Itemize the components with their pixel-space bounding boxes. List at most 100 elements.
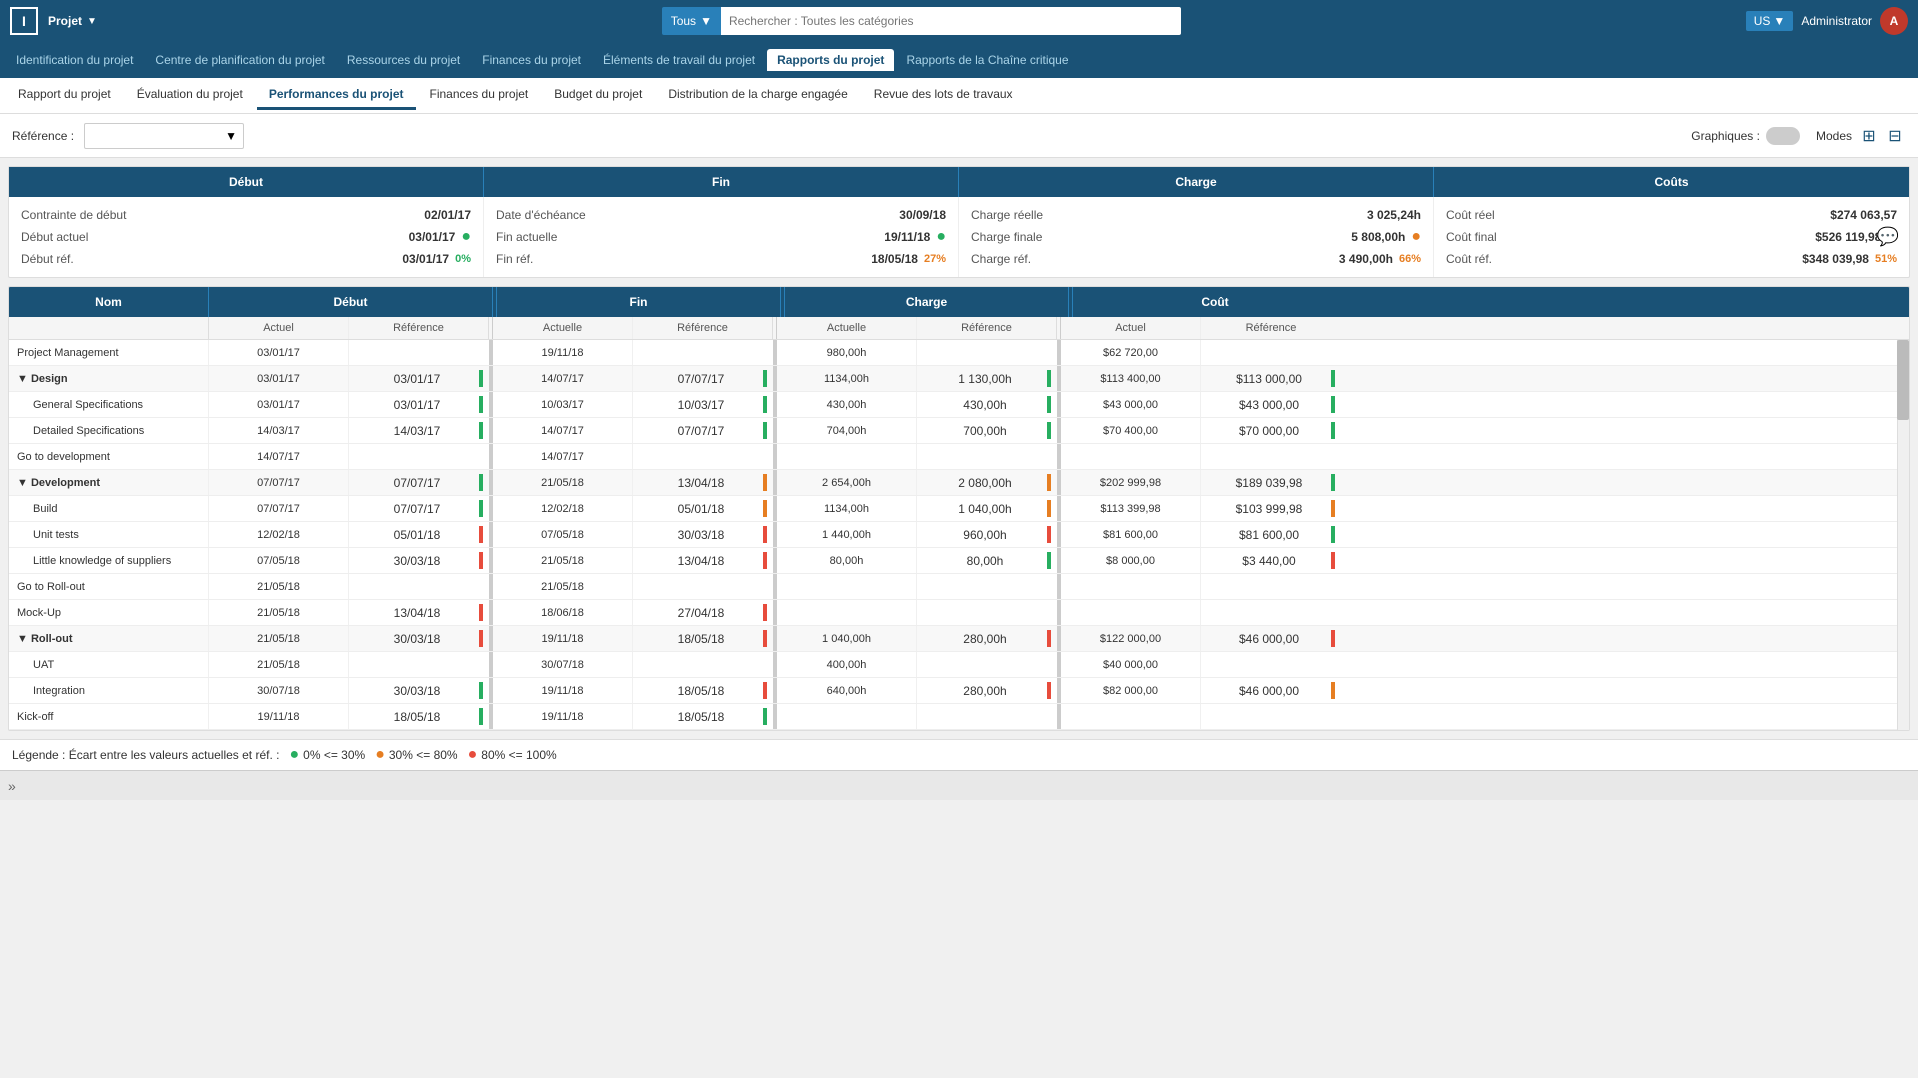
table-row[interactable]: Little knowledge of suppliers 07/05/18 3… — [9, 548, 1909, 574]
table-row[interactable]: UAT 21/05/18 30/07/18 400,00h $40 000,00 — [9, 652, 1909, 678]
bar-cout — [1331, 500, 1335, 517]
chat-icon[interactable]: 💬 — [1877, 227, 1899, 248]
row-name: General Specifications — [9, 392, 209, 417]
row-fin-ref-cell: 18/05/18 — [633, 704, 773, 729]
table-row[interactable]: ▼ Design 03/01/17 03/01/17 14/07/17 07/0… — [9, 366, 1909, 392]
table-row[interactable]: Integration 30/07/18 30/03/18 19/11/18 1… — [9, 678, 1909, 704]
row-charge-actuelle: 1134,00h — [777, 496, 917, 521]
nav-item-identification[interactable]: Identification du projet — [6, 49, 143, 71]
bar-debut — [479, 344, 483, 361]
row-debut-ref-cell: 05/01/18 — [349, 522, 489, 547]
bar-fin — [763, 552, 767, 569]
ref-dropdown[interactable]: ▼ — [84, 123, 244, 149]
row-debut-actuel: 19/11/18 — [209, 704, 349, 729]
row-fin-ref-cell: 30/03/18 — [633, 522, 773, 547]
mode-grid-icon[interactable]: ⊞ — [1858, 125, 1880, 147]
summary-row-charge-finale: Charge finale 5 808,00h ● — [971, 225, 1421, 249]
sh-name — [9, 317, 209, 339]
tab-distribution[interactable]: Distribution de la charge engagée — [656, 81, 859, 110]
expand-icon[interactable]: » — [8, 778, 16, 794]
summary-col-debut: Contrainte de début 02/01/17 Début actue… — [9, 197, 484, 277]
row-cout-actuel: $202 999,98 — [1061, 470, 1201, 495]
search-input[interactable] — [721, 7, 1181, 35]
row-fin-actuelle: 19/11/18 — [493, 626, 633, 651]
table-row[interactable]: Go to Roll-out 21/05/18 21/05/18 — [9, 574, 1909, 600]
val-fin-ref: 18/05/18 27% — [871, 252, 946, 266]
nav-item-elements[interactable]: Éléments de travail du projet — [593, 49, 765, 71]
row-cout-ref-cell — [1201, 600, 1341, 625]
scroll-track[interactable] — [1897, 340, 1909, 730]
graphiques-toggle[interactable] — [1766, 127, 1800, 145]
tab-budget[interactable]: Budget du projet — [542, 81, 654, 110]
row-name: ▼ Roll-out — [9, 626, 209, 651]
th-cout: Coût — [1073, 287, 1357, 317]
sub-nav: Rapport du projet Évaluation du projet P… — [0, 78, 1918, 114]
nav-item-planification[interactable]: Centre de planification du projet — [145, 49, 334, 71]
tab-revue[interactable]: Revue des lots de travaux — [862, 81, 1025, 110]
nav-item-rapports[interactable]: Rapports du projet — [767, 49, 894, 71]
row-debut-ref-cell — [349, 340, 489, 365]
row-debut-ref-cell: 30/03/18 — [349, 678, 489, 703]
th-fin: Fin — [497, 287, 781, 317]
table-row[interactable]: Build 07/07/17 07/07/17 12/02/18 05/01/1… — [9, 496, 1909, 522]
tab-rapport-projet[interactable]: Rapport du projet — [6, 81, 123, 110]
row-fin-ref-cell: 07/07/17 — [633, 366, 773, 391]
val-debut-ref: 03/01/17 0% — [402, 252, 471, 266]
row-charge-actuelle: 2 654,00h — [777, 470, 917, 495]
mode-split-icon[interactable]: ⊟ — [1884, 125, 1906, 147]
bar-cout — [1331, 344, 1335, 361]
chevron-down-icon[interactable]: ▼ — [87, 16, 97, 27]
row-debut-ref-cell: 03/01/17 — [349, 366, 489, 391]
summary-row-charge-ref: Charge réf. 3 490,00h 66% — [971, 249, 1421, 269]
val-cout-reel: $274 063,57 — [1830, 208, 1897, 222]
row-cout-ref-cell — [1201, 704, 1341, 729]
nav-item-chaine[interactable]: Rapports de la Chaîne critique — [896, 49, 1078, 71]
summary-section: Début Fin Charge Coûts Contrainte de déb… — [8, 166, 1910, 278]
bar-fin — [763, 448, 767, 465]
row-charge-ref-cell: 1 040,00h — [917, 496, 1057, 521]
val-charge-ref: 3 490,00h 66% — [1339, 252, 1421, 266]
bar-charge — [1047, 526, 1051, 543]
row-cout-actuel: $113 399,98 — [1061, 496, 1201, 521]
app-logo: I — [10, 7, 38, 35]
table-row[interactable]: Mock-Up 21/05/18 13/04/18 18/06/18 27/04… — [9, 600, 1909, 626]
search-dropdown-chevron: ▼ — [700, 14, 712, 28]
search-area: Tous ▼ — [107, 7, 1736, 35]
nav-item-ressources[interactable]: Ressources du projet — [337, 49, 470, 71]
tab-performances[interactable]: Performances du projet — [257, 81, 416, 110]
locale-button[interactable]: US ▼ — [1746, 11, 1794, 31]
tab-finances[interactable]: Finances du projet — [418, 81, 541, 110]
table-row[interactable]: Kick-off 19/11/18 18/05/18 19/11/18 18/0… — [9, 704, 1909, 730]
row-fin-actuelle: 19/11/18 — [493, 704, 633, 729]
table-row[interactable]: Go to development 14/07/17 14/07/17 — [9, 444, 1909, 470]
search-category-dropdown[interactable]: Tous ▼ — [662, 7, 721, 35]
row-name: Integration — [9, 678, 209, 703]
tab-evaluation[interactable]: Évaluation du projet — [125, 81, 255, 110]
legend-orange: ● 30% <= 80% — [375, 746, 457, 764]
bar-fin — [763, 656, 767, 673]
row-fin-ref-cell: 27/04/18 — [633, 600, 773, 625]
nav-item-finances[interactable]: Finances du projet — [472, 49, 591, 71]
table-row[interactable]: ▼ Development 07/07/17 07/07/17 21/05/18… — [9, 470, 1909, 496]
table-row[interactable]: ▼ Roll-out 21/05/18 30/03/18 19/11/18 18… — [9, 626, 1909, 652]
pct-charge-ref: 66% — [1399, 253, 1421, 265]
table-row[interactable]: Detailed Specifications 14/03/17 14/03/1… — [9, 418, 1909, 444]
toolbar: Référence : ▼ Graphiques : Modes ⊞ ⊟ — [0, 114, 1918, 158]
row-charge-ref-cell: 280,00h — [917, 626, 1057, 651]
table-row[interactable]: General Specifications 03/01/17 03/01/17… — [9, 392, 1909, 418]
graphiques-toggle-wrap: Graphiques : — [1691, 127, 1800, 145]
row-charge-actuelle: 980,00h — [777, 340, 917, 365]
row-cout-ref-cell — [1201, 652, 1341, 677]
label-charge-reelle: Charge réelle — [971, 208, 1043, 222]
top-bar: I Projet ▼ Tous ▼ US ▼ Administrator A — [0, 0, 1918, 42]
row-cout-ref-cell — [1201, 574, 1341, 599]
bar-cout — [1331, 474, 1335, 491]
val-charge-reelle: 3 025,24h — [1367, 208, 1421, 222]
table-row[interactable]: Project Management 03/01/17 19/11/18 980… — [9, 340, 1909, 366]
val-charge-finale: 5 808,00h ● — [1351, 228, 1421, 246]
table-row[interactable]: Unit tests 12/02/18 05/01/18 07/05/18 30… — [9, 522, 1909, 548]
row-debut-ref-cell: 07/07/17 — [349, 496, 489, 521]
scroll-thumb[interactable] — [1897, 340, 1909, 420]
bar-debut — [479, 708, 483, 725]
bar-charge — [1047, 630, 1051, 647]
